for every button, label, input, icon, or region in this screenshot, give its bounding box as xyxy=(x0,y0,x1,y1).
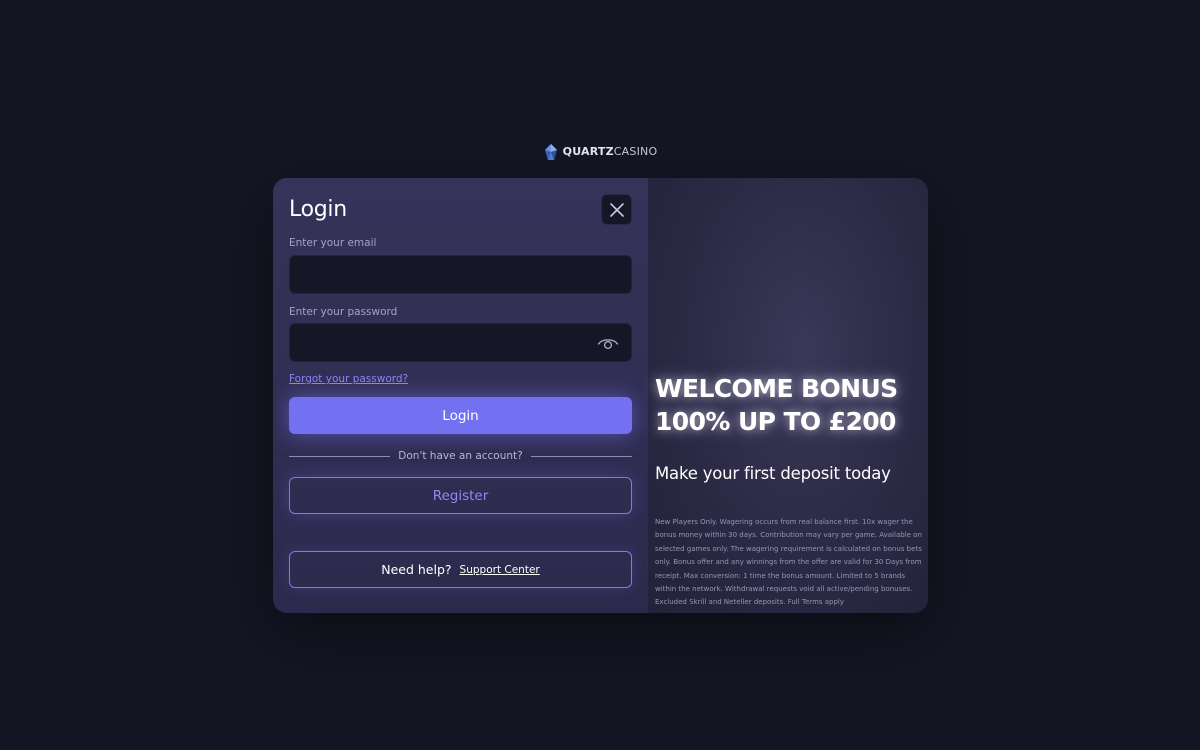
login-modal: Login Enter your email Enter your passwo… xyxy=(273,178,928,613)
forgot-password-link[interactable]: Forgot your password? xyxy=(289,373,408,385)
eye-icon[interactable] xyxy=(597,335,619,351)
close-icon xyxy=(609,202,624,217)
promo-subheadline: Make your first deposit today xyxy=(655,464,891,483)
brand-name-light: CASINO xyxy=(613,145,658,158)
no-account-text: Don't have an account? xyxy=(398,450,523,462)
account-divider: Don't have an account? xyxy=(289,448,632,464)
help-box: Need help? Support Center xyxy=(289,551,632,588)
login-title: Login xyxy=(289,197,347,222)
promo-headline: WELCOME BONUS 100% UP TO £200 xyxy=(655,372,920,438)
quartz-crystal-icon xyxy=(544,144,557,160)
password-label: Enter your password xyxy=(289,306,398,318)
login-button[interactable]: Login xyxy=(289,397,632,434)
brand-logo[interactable]: QUARTZCASINO xyxy=(0,143,1200,161)
email-label: Enter your email xyxy=(289,237,377,249)
support-center-link[interactable]: Support Center xyxy=(460,564,540,576)
brand-name: QUARTZCASINO xyxy=(563,143,658,161)
email-field-wrapper xyxy=(289,255,632,294)
divider-line-right xyxy=(530,455,632,457)
promo-panel: WELCOME BONUS 100% UP TO £200 Make your … xyxy=(648,178,928,613)
brand-name-bold: QUARTZ xyxy=(562,145,614,158)
login-panel: Login Enter your email Enter your passwo… xyxy=(273,178,648,613)
promo-headline-line1: WELCOME BONUS xyxy=(655,374,898,403)
register-button[interactable]: Register xyxy=(289,477,632,514)
password-field[interactable] xyxy=(290,324,631,361)
password-field-wrapper xyxy=(289,323,632,362)
promo-terms: New Players Only. Wagering occurs from r… xyxy=(655,518,922,607)
divider-line-left xyxy=(289,455,391,457)
close-button[interactable] xyxy=(601,194,632,225)
need-help-text: Need help? xyxy=(381,562,452,577)
page: QUARTZCASINO Login Enter your email Ente… xyxy=(0,0,1200,750)
email-field[interactable] xyxy=(290,256,631,293)
promo-headline-line2: 100% UP TO £200 xyxy=(655,407,896,436)
